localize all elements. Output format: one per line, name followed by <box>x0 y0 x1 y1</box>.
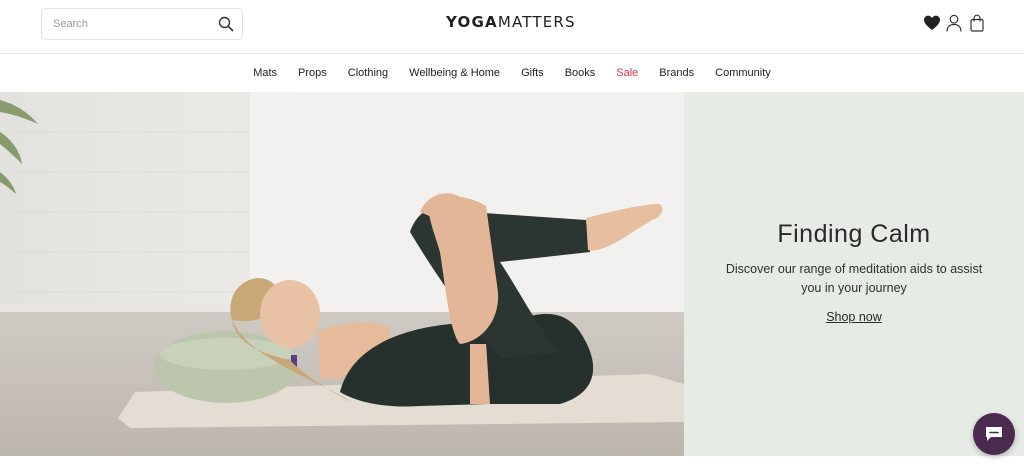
shopping-bag-icon[interactable] <box>968 14 986 32</box>
nav-item-brands[interactable]: Brands <box>659 67 694 79</box>
nav-item-mats[interactable]: Mats <box>253 67 277 79</box>
hero-content-panel: Finding Calm Discover our range of medit… <box>684 92 1024 456</box>
page-bottom-strip <box>0 456 1024 467</box>
nav-item-sale[interactable]: Sale <box>616 67 638 79</box>
shop-now-link[interactable]: Shop now <box>684 310 1024 324</box>
nav-item-wellbeing-home[interactable]: Wellbeing & Home <box>409 67 500 79</box>
nav-item-clothing[interactable]: Clothing <box>348 67 388 79</box>
main-nav: Mats Props Clothing Wellbeing & Home Gif… <box>0 54 1024 92</box>
nav-item-community[interactable]: Community <box>715 67 771 79</box>
hero-photo-illustration <box>0 92 684 456</box>
chat-button[interactable] <box>973 413 1015 455</box>
nav-list: Mats Props Clothing Wellbeing & Home Gif… <box>0 67 1024 79</box>
search-input[interactable] <box>53 9 213 39</box>
logo-light: MATTERS <box>497 13 576 31</box>
site-header: YOGAMATTERS <box>0 0 1024 54</box>
nav-item-books[interactable]: Books <box>565 67 596 79</box>
search-icon[interactable] <box>218 16 234 32</box>
search-box[interactable] <box>41 8 243 40</box>
hero-description: Discover our range of meditation aids to… <box>725 262 983 295</box>
hero-title: Finding Calm <box>777 220 931 248</box>
nav-item-gifts[interactable]: Gifts <box>521 67 544 79</box>
hero-image[interactable] <box>0 92 684 456</box>
hero-banner: Finding Calm Discover our range of medit… <box>0 92 1024 456</box>
user-icon[interactable] <box>945 14 963 32</box>
site-logo[interactable]: YOGAMATTERS <box>446 13 576 33</box>
nav-item-props[interactable]: Props <box>298 67 327 79</box>
chat-icon <box>986 427 1002 441</box>
logo-bold: YOGA <box>446 13 498 31</box>
heart-icon[interactable] <box>923 14 941 32</box>
